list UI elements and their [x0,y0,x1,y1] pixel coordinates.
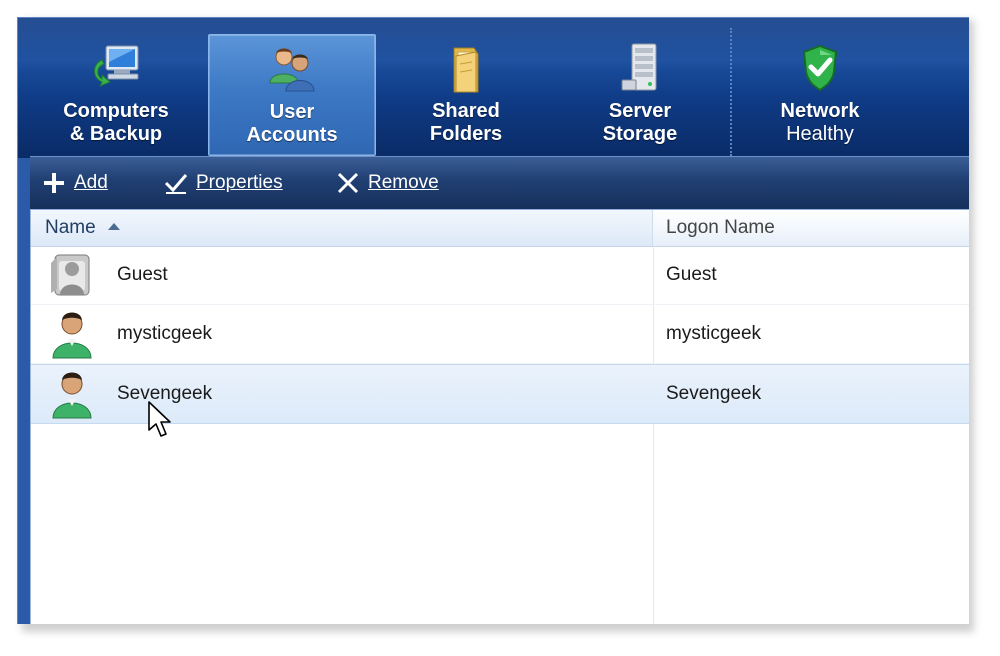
add-button[interactable]: Add [42,169,108,197]
tab-label: Network [780,100,860,122]
guest-user-icon [51,254,90,296]
tab-label: Accounts [246,124,338,146]
computer-backup-icon [94,45,139,87]
tab-user-accounts[interactable]: User Accounts [208,34,376,156]
folder-icon [453,47,479,93]
tab-label: User [269,101,315,123]
table-row[interactable]: Guest Guest [31,246,969,305]
column-header-name[interactable]: Name [31,210,653,246]
user-icon [52,372,92,419]
server-storage-icon [621,43,657,91]
remove-button-label: Remove [368,172,439,193]
column-header-label: Logon Name [666,217,775,238]
navigation-bar: Computers & Backup User Accounts Shared … [18,18,969,158]
mouse-cursor-icon [148,401,171,437]
close-icon [337,172,359,194]
app-window: Computers & Backup User Accounts Shared … [17,17,969,624]
shield-check-icon [802,44,838,92]
list-header: Name Logon Name [31,210,969,247]
column-header-label: Name [45,217,96,238]
cell-logon-name: Guest [666,264,717,285]
cell-name: Guest [117,264,168,285]
remove-button[interactable]: Remove [336,169,439,197]
tab-label: Computers [63,100,169,122]
properties-button-label: Properties [196,172,283,193]
cell-name: mysticgeek [117,323,213,344]
toolbar: Add Properties Remove [30,156,969,211]
users-icon [269,48,315,92]
column-header-logon-name[interactable]: Logon Name [654,210,969,246]
tab-computers-backup[interactable]: Computers & Backup [46,34,186,154]
table-row[interactable]: mysticgeek mysticgeek [31,305,969,364]
plus-icon [44,173,64,193]
tab-label: Storage [602,123,678,145]
tab-label: Shared [432,100,500,122]
tab-label: & Backup [69,123,163,145]
tab-server-storage[interactable]: Server Storage [572,34,708,154]
nav-separator [730,28,732,156]
cell-logon-name: mysticgeek [666,323,762,344]
tab-label: Folders [429,123,503,145]
checkmark-icon [164,174,188,194]
tab-network-status[interactable]: Network Healthy [752,34,888,154]
user-icon [52,312,92,359]
tab-shared-folders[interactable]: Shared Folders [398,34,534,154]
sort-ascending-icon [107,223,120,230]
properties-button[interactable]: Properties [164,169,283,197]
add-button-label: Add [74,172,108,193]
network-status-text: Healthy [786,123,854,145]
tab-label: Server [608,100,672,122]
cell-logon-name: Sevengeek [666,383,762,404]
